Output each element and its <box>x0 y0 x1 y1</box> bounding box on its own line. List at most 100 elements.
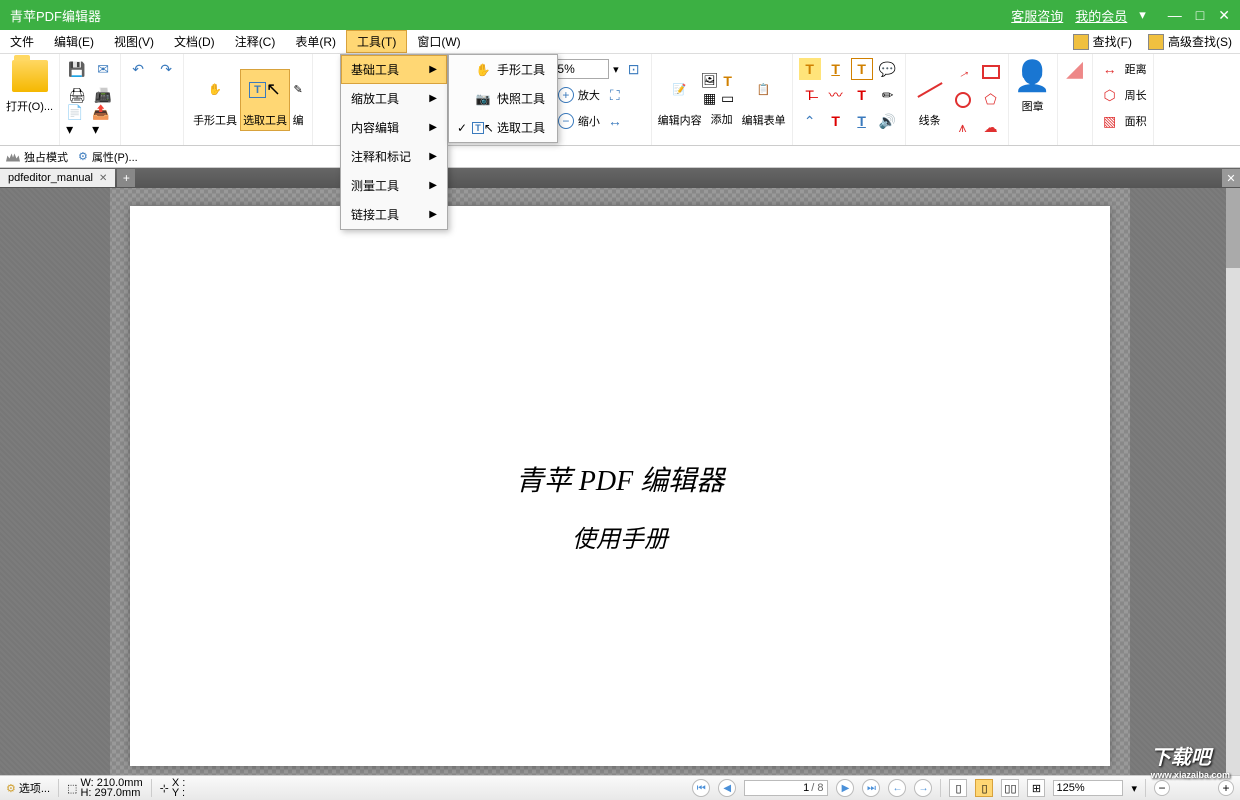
advanced-find-label: 高级查找(S) <box>1168 33 1232 50</box>
hand-tool-button[interactable]: ✋ 手形工具 <box>190 69 240 131</box>
callout-icon[interactable]: T <box>851 84 873 106</box>
eraser-icon[interactable]: ◢ <box>1064 58 1086 80</box>
dropdown-content-edit[interactable]: 内容编辑▶ <box>341 113 447 142</box>
highlight-icon[interactable]: T <box>799 58 821 80</box>
back-button[interactable]: ← <box>888 779 906 797</box>
lines-button[interactable]: 线条 <box>912 72 948 128</box>
redo-icon[interactable]: ↷ <box>155 58 177 80</box>
first-page-button[interactable]: ⏮ <box>692 779 710 797</box>
menu-form[interactable]: 表单(R) <box>285 30 346 53</box>
menu-window[interactable]: 窗口(W) <box>407 30 470 53</box>
zoom-fit-icon[interactable]: ⛶ <box>604 84 626 106</box>
prev-page-button[interactable]: ◀ <box>718 779 736 797</box>
view-facing-cont-button[interactable]: ⊞ <box>1027 779 1045 797</box>
find-button[interactable]: 查找(F) <box>1065 33 1140 50</box>
zoom-select[interactable] <box>1053 780 1123 796</box>
add-button[interactable]: 🖼 T ▦ ▭ 添加 <box>702 73 742 127</box>
close-all-tabs-button[interactable]: ✕ <box>1222 169 1240 187</box>
rect-icon[interactable] <box>980 61 1002 83</box>
view-continuous-button[interactable]: ▯ <box>975 779 993 797</box>
menu-comment[interactable]: 注释(C) <box>225 30 286 53</box>
menu-view[interactable]: 视图(V) <box>104 30 164 53</box>
saveas-icon[interactable]: 📄▾ <box>66 110 88 132</box>
caret-icon[interactable]: ⌃ <box>799 110 821 132</box>
submenu-hand[interactable]: ✋ 手形工具 <box>449 55 557 84</box>
view-facing-button[interactable]: ▯▯ <box>1001 779 1019 797</box>
vertical-scrollbar[interactable] <box>1226 188 1240 775</box>
dropdown-link[interactable]: 链接工具▶ <box>341 200 447 229</box>
edit-form-button[interactable]: 📋 编辑表单 <box>742 72 786 128</box>
crown-icon <box>6 152 20 162</box>
open-button[interactable]: 打开(O)... <box>6 58 53 114</box>
zoomout-icon[interactable]: − <box>558 113 574 129</box>
next-page-button[interactable]: ▶ <box>836 779 854 797</box>
perimeter-icon[interactable]: ⬡ <box>1099 84 1121 106</box>
zoom-width-icon[interactable]: ↔ <box>604 110 626 132</box>
edit-tool-button[interactable]: ✎ 编 <box>290 69 306 131</box>
scan-icon[interactable]: 📠 <box>92 84 114 106</box>
replace-icon[interactable]: T <box>825 110 847 132</box>
zoomin-icon[interactable]: + <box>558 87 574 103</box>
support-link[interactable]: 客服咨询 <box>1011 6 1063 25</box>
save-icon[interactable]: 💾 <box>66 58 88 80</box>
zoom-actual-icon[interactable]: ⊡ <box>623 58 645 80</box>
menu-document[interactable]: 文档(D) <box>164 30 225 53</box>
minimize-button[interactable]: — <box>1168 7 1182 24</box>
scrollbar-thumb[interactable] <box>1226 188 1240 268</box>
note-icon[interactable]: 💬 <box>877 58 899 80</box>
dropdown-measure[interactable]: 测量工具▶ <box>341 171 447 200</box>
email-icon[interactable]: ✉ <box>92 58 114 80</box>
maximize-button[interactable]: □ <box>1196 7 1204 24</box>
arrow-icon[interactable]: → <box>952 61 974 83</box>
dropdown-basic-tools[interactable]: 基础工具▶ <box>341 55 447 84</box>
undo-icon[interactable]: ↶ <box>127 58 149 80</box>
polygon-icon[interactable]: ⬠ <box>980 89 1002 111</box>
sound-icon[interactable]: 🔊 <box>877 110 899 132</box>
menu-tools[interactable]: 工具(T) <box>346 30 407 53</box>
submenu-snapshot[interactable]: 📷 快照工具 <box>449 84 557 113</box>
zoom-dropdown-icon[interactable]: ▾ <box>1131 782 1137 795</box>
zoom-in-button[interactable]: + <box>1218 780 1234 796</box>
tab-close-icon[interactable]: ✕ <box>99 173 107 184</box>
distance-icon[interactable]: ↔ <box>1099 58 1121 80</box>
submenu-select[interactable]: ✓ T↖ 选取工具 <box>449 113 557 142</box>
pdf-page[interactable]: 青苹 PDF 编辑器 使用手册 <box>130 206 1110 766</box>
distance-label: 距离 <box>1125 61 1147 77</box>
select-tool-button[interactable]: T↖ 选取工具 <box>240 69 290 131</box>
menu-file[interactable]: 文件 <box>0 30 44 53</box>
advanced-find-button[interactable]: 高级查找(S) <box>1140 33 1240 50</box>
strikeout-icon[interactable]: T̶ <box>799 84 821 106</box>
properties-button[interactable]: ⚙ 属性(P)... <box>78 149 138 165</box>
menu-edit[interactable]: 编辑(E) <box>44 30 104 53</box>
last-page-button[interactable]: ⏭ <box>862 779 880 797</box>
document-tab[interactable]: pdfeditor_manual ✕ <box>0 169 115 187</box>
dropdown-annotate[interactable]: 注释和标记▶ <box>341 142 447 171</box>
cloud-icon[interactable]: ☁ <box>980 117 1002 139</box>
pencil-icon[interactable]: ✏ <box>877 84 899 106</box>
new-tab-button[interactable]: + <box>117 169 135 187</box>
underline-icon[interactable]: T <box>825 58 847 80</box>
textbox-icon[interactable]: T <box>851 58 873 80</box>
zoom-dropdown-icon[interactable]: ▾ <box>613 63 619 76</box>
exclusive-mode-button[interactable]: 独占模式 <box>6 149 68 165</box>
member-link[interactable]: 我的会员 <box>1075 6 1127 25</box>
export-icon[interactable]: 📤▾ <box>92 110 114 132</box>
close-button[interactable]: ✕ <box>1218 7 1230 24</box>
squiggly-icon[interactable]: 〰 <box>825 84 847 106</box>
polyline-icon[interactable]: ⩚ <box>952 117 974 139</box>
page-current[interactable]: 1 <box>749 782 809 794</box>
dropdown-zoom-tools[interactable]: 缩放工具▶ <box>341 84 447 113</box>
gear-icon: ⚙ <box>78 150 88 163</box>
circle-icon[interactable] <box>952 89 974 111</box>
typewriter-icon[interactable]: T <box>851 110 873 132</box>
print-icon[interactable]: 🖨 <box>66 84 88 106</box>
zoom-out-button[interactable]: − <box>1154 780 1170 796</box>
options-button[interactable]: ⚙ 选项... <box>6 780 50 796</box>
stamp-button[interactable]: 👤 图章 <box>1015 58 1051 114</box>
dropdown-icon[interactable]: ▾ <box>1139 7 1146 23</box>
area-icon[interactable]: ▧ <box>1099 110 1121 132</box>
view-single-button[interactable]: ▯ <box>949 779 967 797</box>
forward-button[interactable]: → <box>914 779 932 797</box>
chevron-right-icon: ▶ <box>429 122 437 133</box>
edit-content-button[interactable]: 📝 编辑内容 <box>658 72 702 128</box>
